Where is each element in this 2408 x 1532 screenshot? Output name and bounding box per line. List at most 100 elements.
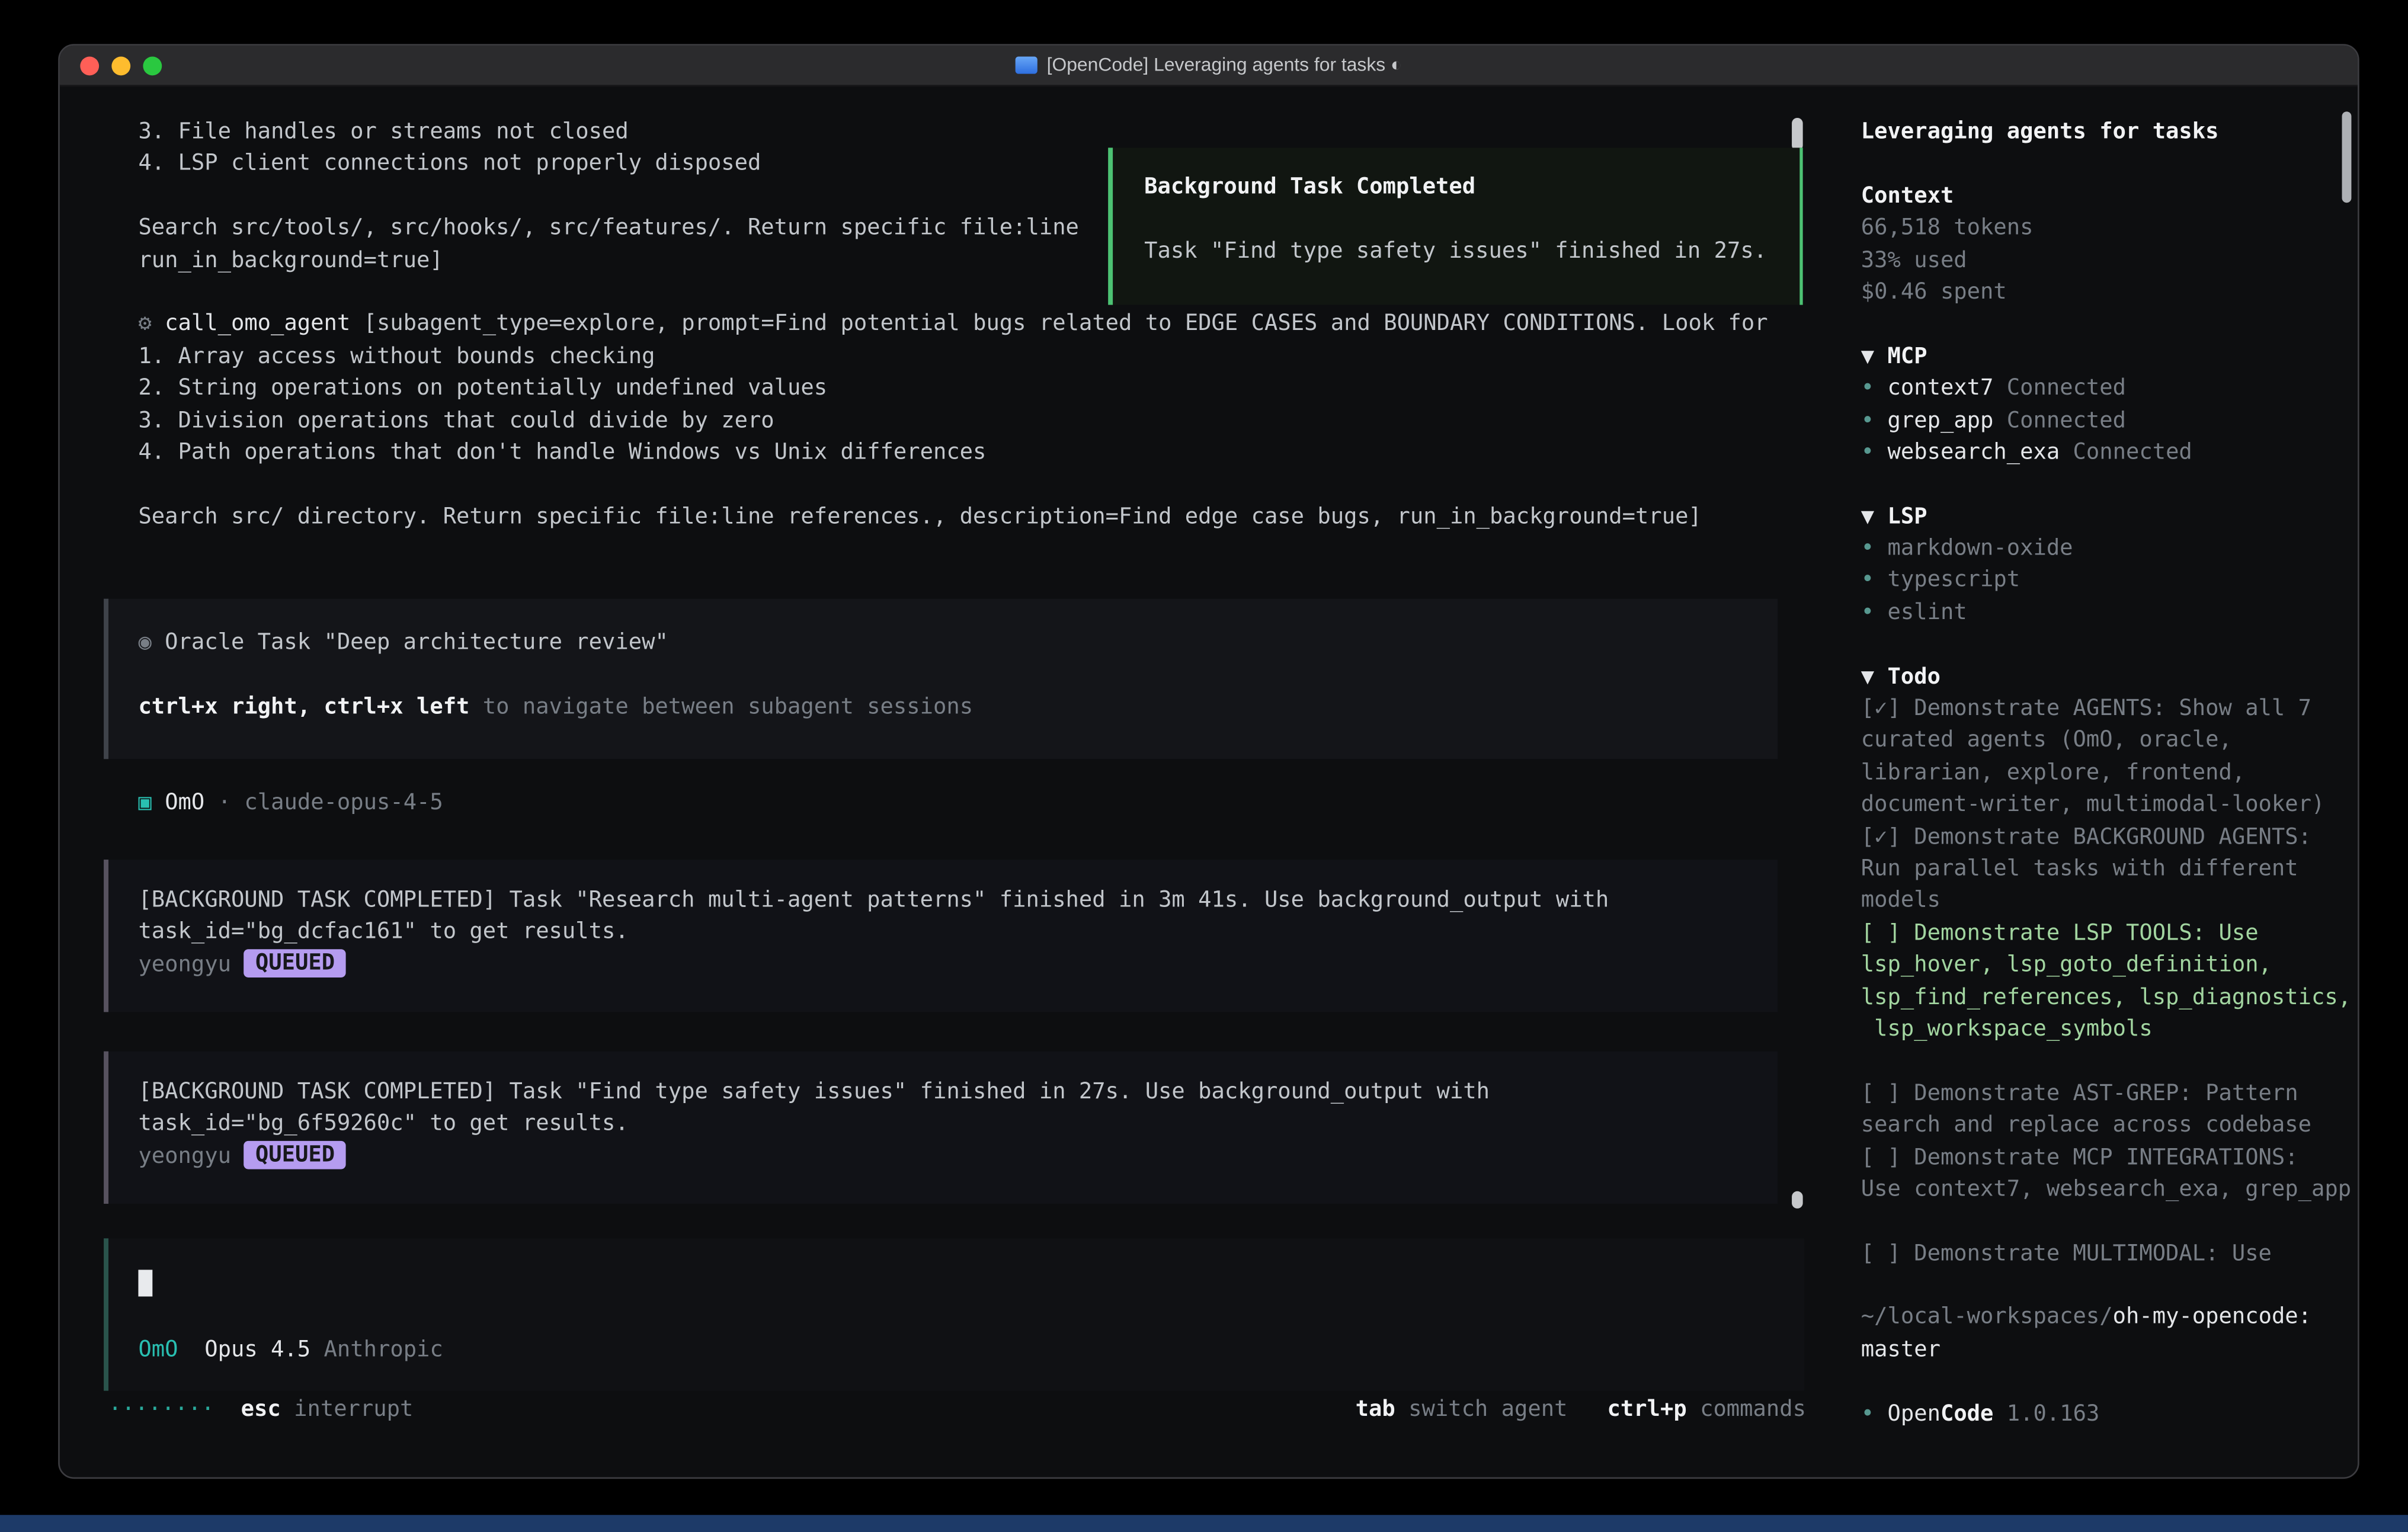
text-segment: commands [1687, 1397, 1806, 1422]
text-segment: esc [241, 1397, 281, 1422]
terminal-line [1861, 629, 2358, 661]
text-segment: Use context7, websearch_exa, grep_app [1861, 1177, 2351, 1202]
terminal-line: Search src/ directory. Return specific f… [138, 501, 1788, 533]
text-segment: ctrl+x right, ctrl+x left [138, 694, 469, 719]
terminal-line: [BACKGROUND TASK COMPLETED] Task "Find t… [138, 1076, 1778, 1108]
window-title-text: [OpenCode] Leveraging agents for tasks ◐ [1047, 49, 1402, 81]
terminal-line: ◉ Oracle Task "Deep architecture review" [138, 627, 1778, 659]
text-segment: • [1861, 600, 1888, 625]
text-segment: curated agents (OmO, oracle, [1861, 728, 2232, 753]
queued-badge: QUEUED [244, 1140, 345, 1169]
zoom-button[interactable] [143, 56, 162, 75]
text-segment: [✓] Demonstrate AGENTS: Show all 7 [1861, 696, 2311, 721]
text-segment: · [204, 790, 244, 815]
scrollbar-thumb[interactable] [1792, 1191, 1803, 1209]
text-segment [310, 1337, 324, 1362]
text-segment: call_omo_agent [165, 312, 350, 336]
terminal-line: • websearch_exa Connected [1861, 437, 2358, 469]
text-segment: 4. Path operations that don't handle Win… [138, 440, 986, 465]
desktop: [OpenCode] Leveraging agents for tasks ◐… [0, 0, 2408, 1532]
blue-folder-icon [1016, 56, 1038, 73]
text-segment: master [1861, 1337, 1941, 1362]
terminal-line: yeongyu QUEUED [138, 1140, 1778, 1172]
terminal-line: [ ] Demonstrate MULTIMODAL: Use [1861, 1238, 2358, 1270]
terminal-line: • typescript [1861, 565, 2358, 597]
terminal-line: Task "Find type safety issues" finished … [1144, 235, 1799, 267]
terminal-line: ▼ LSP [1861, 501, 2358, 533]
terminal-window: [OpenCode] Leveraging agents for tasks ◐… [58, 44, 2359, 1479]
scrollbar-thumb[interactable] [1792, 118, 1803, 151]
terminal-line: ⚙ call_omo_agent [subagent_type=explore,… [138, 309, 1788, 341]
text-segment: Connected [1993, 376, 2126, 400]
terminal-line: • OpenCode 1.0.163 [1861, 1398, 2358, 1430]
text-segment: claude-opus-4-5 [244, 790, 443, 815]
terminal-line: task_id="bg_dcfac161" to get results. [138, 917, 1778, 949]
text-segment: 3. File handles or streams not closed [138, 120, 628, 145]
text-segment: 33% used [1861, 248, 1967, 273]
text-segment: MCP [1888, 344, 1927, 368]
terminal-line [1144, 203, 1799, 235]
text-segment: 2. String operations on potentially unde… [138, 376, 827, 400]
text-segment: grep_app [1888, 408, 1994, 432]
terminal-line [138, 659, 1778, 691]
text-segment: Search src/ directory. Return specific f… [138, 504, 1701, 529]
terminal-line: [ ] Demonstrate MCP INTEGRATIONS: [1861, 1142, 2358, 1174]
text-segment: lsp_hover, lsp_goto_definition, [1861, 953, 2272, 977]
terminal-line [1861, 469, 2358, 501]
text-segment: models [1861, 889, 1941, 914]
prompt-input[interactable]: OmO Opus 4.5 Anthropic [104, 1238, 1804, 1390]
terminal-line: lsp_workspace_symbols [1861, 1014, 2358, 1046]
text-segment: ▼ [1861, 664, 1888, 689]
text-segment: • [1861, 1401, 1888, 1426]
text-segment: Search src/tools/, src/hooks/, src/featu… [138, 216, 1079, 241]
text-segment [1567, 1397, 1607, 1422]
terminal-line: yeongyu QUEUED [138, 949, 1778, 981]
terminal-line: curated agents (OmO, oracle, [1861, 725, 2358, 757]
text-segment: • [1861, 568, 1888, 593]
text-segment: OmO [138, 1337, 178, 1362]
text-segment: task_id="bg_dcfac161" to get results. [138, 920, 628, 945]
text-segment: [ ] Demonstrate MULTIMODAL: Use [1861, 1241, 2272, 1266]
text-cursor [138, 1270, 152, 1296]
text-segment: Background Task Completed [1144, 174, 1475, 199]
text-segment: Connected [1993, 408, 2126, 432]
text-segment: document-writer, multimodal-looker) [1861, 792, 2325, 817]
text-segment: eslint [1888, 600, 1967, 625]
terminal-line: ~/local-workspaces/oh-my-opencode: [1861, 1302, 2358, 1334]
text-segment: task_id="bg_6f59260c" to get results. [138, 1111, 628, 1136]
terminal-line: [✓] Demonstrate AGENTS: Show all 7 [1861, 693, 2358, 725]
terminal-line: Background Task Completed [1144, 171, 1799, 203]
text-segment: 1. Array access without bounds checking [138, 344, 655, 368]
text-segment: lsp_find_references, lsp_diagnostics, [1861, 985, 2351, 1009]
text-segment [152, 790, 165, 815]
text-segment: yeongyu [138, 1144, 244, 1169]
terminal-line [1861, 148, 2358, 180]
text-segment: Leveraging agents for tasks [1861, 120, 2219, 145]
text-segment: ▣ [138, 790, 151, 815]
text-segment: oh-my-opencode: [2113, 1305, 2311, 1330]
terminal-line: 33% used [1861, 245, 2358, 277]
text-segment: $0.46 spent [1861, 280, 2007, 305]
text-segment: 66,518 tokens [1861, 216, 2034, 241]
background-task-completed-toast: Background Task Completed Task "Find type… [1108, 148, 1802, 305]
terminal-line: OmO Opus 4.5 Anthropic [138, 1334, 1804, 1366]
sidebar-scrollbar-thumb[interactable] [2342, 111, 2352, 203]
text-segment: Context [1861, 184, 1954, 209]
close-button[interactable] [80, 56, 99, 75]
text-segment: interrupt [281, 1397, 414, 1422]
text-segment [214, 1397, 241, 1422]
text-segment: [ ] Demonstrate AST-GREP: Pattern [1861, 1081, 2298, 1105]
text-segment: [BACKGROUND TASK COMPLETED] Task "Find t… [138, 1079, 1490, 1104]
terminal-line [1861, 1046, 2358, 1078]
window-title: [OpenCode] Leveraging agents for tasks ◐ [1016, 49, 1402, 81]
terminal-line: document-writer, multimodal-looker) [1861, 789, 2358, 821]
statusbar-left: ········ esc interrupt [108, 1394, 413, 1426]
terminal-line: 2. String operations on potentially unde… [138, 373, 1788, 405]
text-segment: Task "Find type safety issues" finished … [1144, 239, 1767, 264]
terminal-line: • grep_app Connected [1861, 405, 2358, 437]
terminal-line: ctrl+x right, ctrl+x left to navigate be… [138, 691, 1778, 723]
oracle-task-panel[interactable]: ◉ Oracle Task "Deep architecture review"… [104, 599, 1778, 759]
minimize-button[interactable] [111, 56, 130, 75]
titlebar[interactable]: [OpenCode] Leveraging agents for tasks ◐ [60, 46, 2358, 86]
terminal-line: ▼ MCP [1861, 341, 2358, 373]
